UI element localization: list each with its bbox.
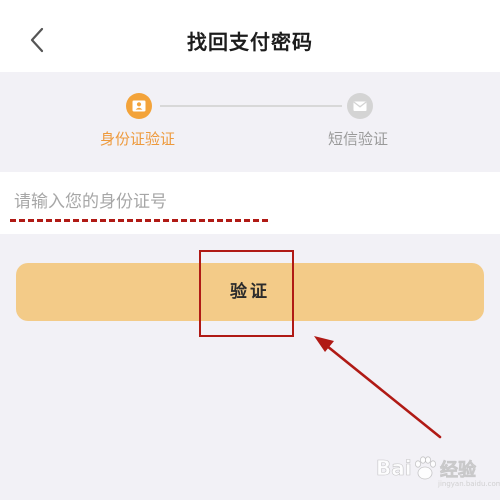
watermark-url: jingyan.baidu.com xyxy=(438,480,500,488)
annotation-arrow xyxy=(314,336,442,439)
watermark: Bai 经验 jingyan.baidu.com xyxy=(376,450,500,488)
paw-icon xyxy=(415,456,436,480)
watermark-brand-left: Bai xyxy=(376,456,412,481)
watermark-brand-right: 经验 xyxy=(440,460,477,482)
